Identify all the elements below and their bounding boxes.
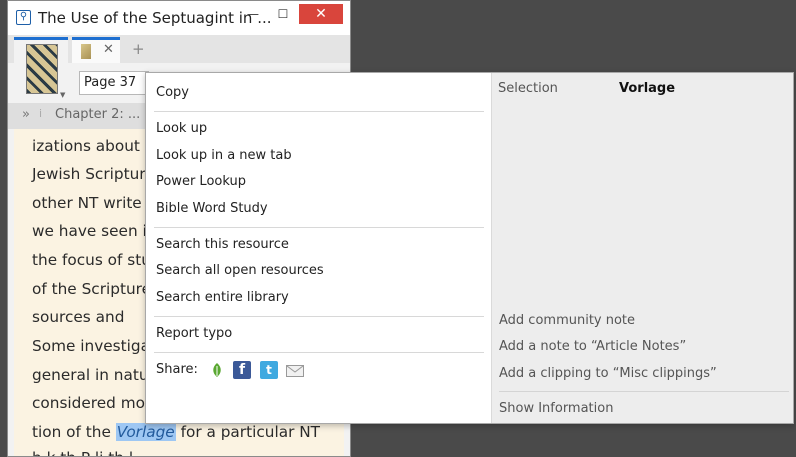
email-icon[interactable] bbox=[286, 365, 304, 377]
text-line: considered mor bbox=[32, 394, 152, 412]
leaf-icon[interactable] bbox=[208, 361, 226, 379]
close-window-button[interactable]: ✕ bbox=[299, 4, 343, 24]
context-menu-actions: Copy Look up Look up in a new tab Power … bbox=[146, 73, 492, 423]
text-line: we have seen i bbox=[32, 222, 147, 240]
show-information-item[interactable]: Show Information bbox=[499, 401, 613, 416]
text-line: other NT write bbox=[32, 194, 142, 212]
search-library-item[interactable]: Search entire library bbox=[156, 290, 289, 305]
maximize-button[interactable]: ☐ bbox=[270, 4, 296, 24]
copy-item[interactable]: Copy bbox=[156, 85, 189, 100]
text-line: Jewish Scriptur bbox=[32, 165, 146, 183]
add-community-note-item[interactable]: Add community note bbox=[499, 313, 635, 328]
menu-divider bbox=[154, 316, 484, 317]
selected-word[interactable]: Vorlage bbox=[115, 423, 176, 441]
book-thumbnail-icon bbox=[81, 44, 91, 59]
toolbar-divider: i bbox=[39, 107, 43, 120]
tab-resource[interactable]: ✕ bbox=[72, 37, 120, 63]
selection-value: Vorlage bbox=[619, 81, 676, 96]
menu-divider bbox=[499, 391, 789, 392]
tab-strip: ✕ + bbox=[8, 35, 350, 63]
search-resource-item[interactable]: Search this resource bbox=[156, 237, 289, 252]
search-open-resources-item[interactable]: Search all open resources bbox=[156, 263, 324, 278]
twitter-icon[interactable]: t bbox=[260, 361, 278, 379]
power-lookup-item[interactable]: Power Lookup bbox=[156, 174, 246, 189]
add-clipping-item[interactable]: Add a clipping to “Misc clippings” bbox=[499, 366, 717, 381]
bible-word-study-item[interactable]: Bible Word Study bbox=[156, 201, 268, 216]
menu-divider bbox=[154, 352, 484, 353]
title-bar: ⚲ The Use of the Septuagint in ... — ☐ ✕ bbox=[8, 1, 350, 35]
chapter-selector[interactable]: Chapter 2: ... bbox=[55, 107, 140, 122]
book-cover-icon[interactable] bbox=[26, 44, 58, 94]
look-up-item[interactable]: Look up bbox=[156, 121, 207, 136]
text-line: sources and bbox=[32, 308, 125, 326]
context-menu: Copy Look up Look up in a new tab Power … bbox=[145, 72, 794, 424]
text-line: izations about bbox=[32, 137, 140, 155]
selection-header: Selection bbox=[498, 81, 558, 96]
add-note-item[interactable]: Add a note to “Article Notes” bbox=[499, 339, 686, 354]
chevron-down-icon[interactable]: ▼ bbox=[60, 91, 65, 99]
text-line: b k th P li th l bbox=[32, 449, 133, 456]
text-line: of the Scripture bbox=[32, 280, 151, 298]
facebook-icon[interactable]: f bbox=[233, 361, 251, 379]
app-search-icon: ⚲ bbox=[16, 10, 31, 25]
text-line: Some investiga bbox=[32, 337, 150, 355]
menu-divider bbox=[154, 111, 484, 112]
menu-divider bbox=[154, 227, 484, 228]
expand-chevron-icon[interactable]: » bbox=[22, 107, 30, 122]
minimize-button[interactable]: — bbox=[240, 4, 266, 24]
text-line: tion of the Vorlage for a particular NT bbox=[32, 423, 320, 441]
text-line: general in natu bbox=[32, 366, 149, 384]
close-tab-icon[interactable]: ✕ bbox=[103, 42, 114, 57]
look-up-new-tab-item[interactable]: Look up in a new tab bbox=[156, 148, 292, 163]
share-label: Share: bbox=[156, 362, 198, 377]
page-field[interactable]: Page 37 bbox=[79, 71, 149, 95]
text-before-selection: tion of the bbox=[32, 423, 116, 441]
text-line: the focus of stu bbox=[32, 251, 151, 269]
report-typo-item[interactable]: Report typo bbox=[156, 326, 232, 341]
add-tab-button[interactable]: + bbox=[132, 40, 145, 58]
window-title: The Use of the Septuagint in ... bbox=[38, 9, 272, 27]
text-after-selection: for a particular NT bbox=[175, 423, 321, 441]
